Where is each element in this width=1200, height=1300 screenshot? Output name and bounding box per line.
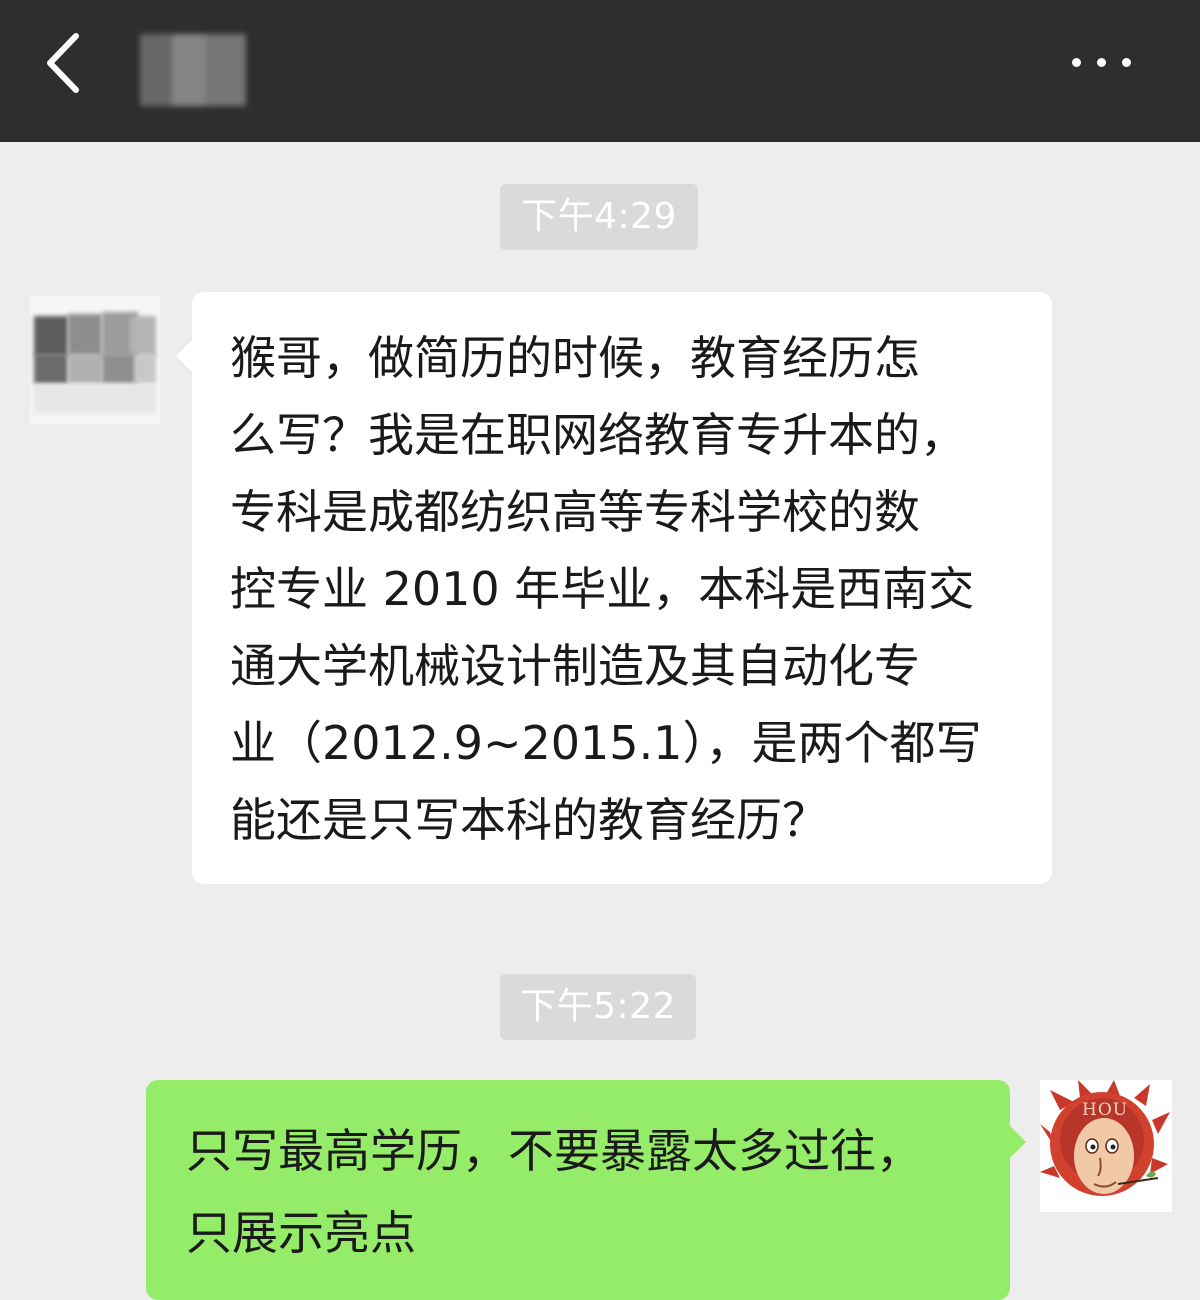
outgoing-message-bubble[interactable]: 只写最高学历，不要暴露太多过往， 只展示亮点 [146,1080,1026,1300]
timestamp: 下午5:22 [500,974,696,1040]
message-line: 只写最高学历，不要暴露太多过往， [186,1124,922,1178]
contact-avatar[interactable] [30,296,160,424]
incoming-message-bubble[interactable]: 猴哥，做简历的时候，教育经历怎 么写？我是在职网络教育专升本的， 专科是成都纺织… [176,292,1052,884]
message-line: 通大学机械设计制造及其自动化专 [230,639,920,693]
more-options-button[interactable] [1072,48,1142,78]
timestamp: 下午4:29 [500,184,698,250]
message-line: 只展示亮点 [186,1206,416,1260]
message-line: 能还是只写本科的教育经历？ [230,793,828,847]
back-button[interactable] [36,28,96,98]
more-dots-icon [1072,58,1081,67]
message-line: 控专业 2010 年毕业，本科是西南交 [230,562,975,616]
self-avatar[interactable]: HOU [1040,1080,1172,1212]
message-line: 业（2012.9~2015.1），是两个都写 [230,716,982,770]
avatar-label: HOU [1082,1100,1129,1120]
message-line: 么写？我是在职网络教育专升本的， [230,408,966,462]
message-line: 专科是成都纺织高等专科学校的数 [230,485,920,539]
message-line: 猴哥，做简历的时候，教育经历怎 [230,331,920,385]
chat-header [0,0,1200,142]
chevron-left-icon [47,33,79,93]
contact-name-redacted [140,34,246,106]
